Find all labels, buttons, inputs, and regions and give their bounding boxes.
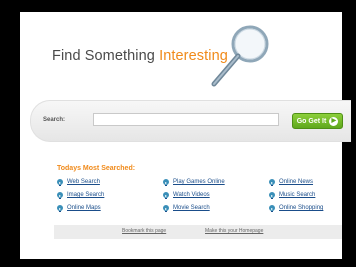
screen-border-left [0, 0, 20, 267]
link-play-games-online[interactable]: ▸ Play Games Online [163, 179, 225, 185]
link-label: Movie Search [173, 205, 210, 211]
link-image-search[interactable]: ▸ Image Search [57, 192, 104, 198]
link-online-news[interactable]: ▸ Online News [269, 179, 313, 185]
bullet-arrow-icon: ▸ [57, 192, 63, 198]
logo-text-main: Find Something [52, 48, 160, 64]
go-get-it-button[interactable]: Go Get It ▶ [292, 113, 343, 129]
link-label: Music Search [279, 192, 316, 198]
screen-border-top [0, 0, 356, 12]
homepage-link[interactable]: Make this your Homepage [205, 228, 263, 234]
link-label: Online Maps [67, 205, 101, 211]
link-online-maps[interactable]: ▸ Online Maps [57, 205, 101, 211]
search-input[interactable] [93, 113, 279, 126]
bullet-arrow-icon: ▸ [269, 192, 275, 198]
link-label: Watch Videos [173, 192, 210, 198]
link-online-shopping[interactable]: ▸ Online Shopping [269, 205, 323, 211]
magnifier-icon [211, 25, 269, 87]
arrow-right-icon: ▶ [329, 116, 339, 126]
link-label: Online Shopping [279, 205, 324, 211]
bullet-arrow-icon: ▸ [163, 205, 169, 211]
site-logo[interactable]: Find Something Interesting [52, 48, 228, 64]
screen-border-bottom [0, 259, 356, 267]
link-watch-videos[interactable]: ▸ Watch Videos [163, 192, 210, 198]
link-web-search[interactable]: ▸ Web Search [57, 179, 100, 185]
bullet-arrow-icon: ▸ [269, 205, 275, 211]
bullet-arrow-icon: ▸ [57, 205, 63, 211]
bullet-arrow-icon: ▸ [163, 179, 169, 185]
link-label: Play Games Online [173, 179, 225, 185]
link-music-search[interactable]: ▸ Music Search [269, 192, 315, 198]
go-button-label: Go Get It [296, 117, 327, 125]
popular-heading: Todays Most Searched: [57, 165, 136, 172]
bookmark-link[interactable]: Bookmark this page [122, 228, 166, 234]
link-label: Image Search [67, 192, 105, 198]
bullet-arrow-icon: ▸ [269, 179, 275, 185]
footer-bar [54, 225, 342, 239]
link-label: Web Search [67, 179, 100, 185]
bullet-arrow-icon: ▸ [163, 192, 169, 198]
link-label: Online News [279, 179, 314, 185]
bullet-arrow-icon: ▸ [57, 179, 63, 185]
link-movie-search[interactable]: ▸ Movie Search [163, 205, 210, 211]
search-label: Search: [43, 117, 66, 123]
